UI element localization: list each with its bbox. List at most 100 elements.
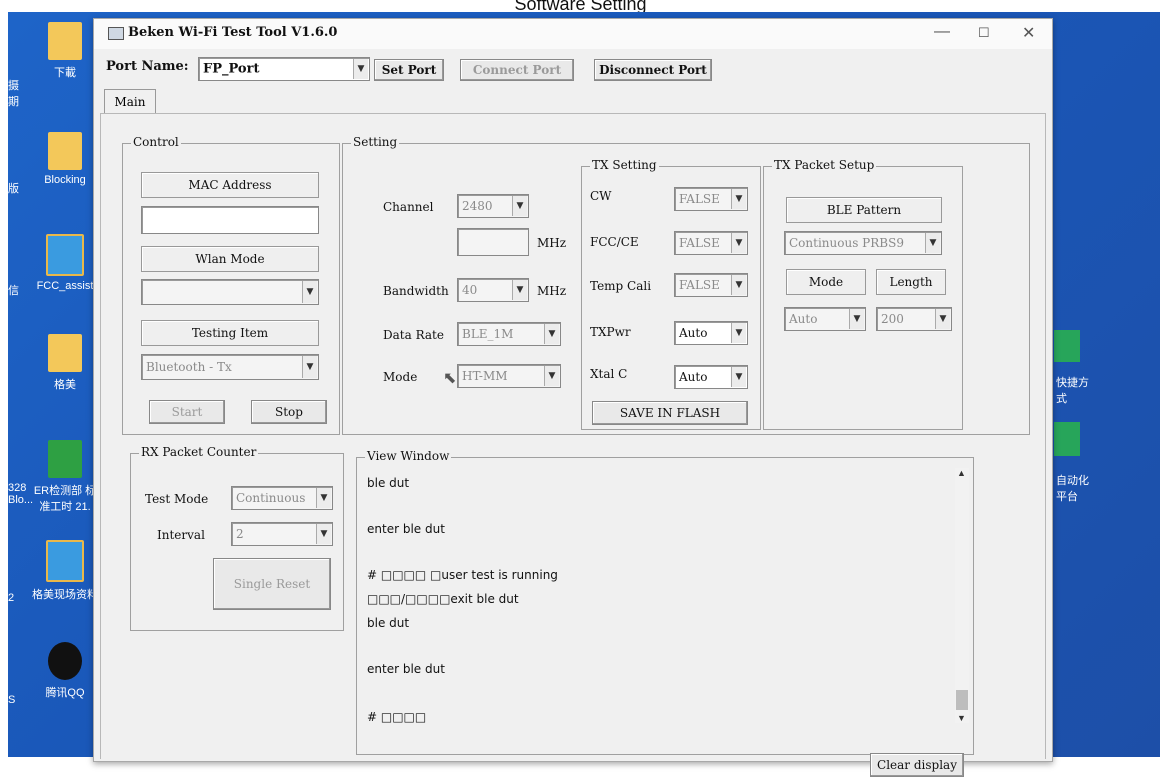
clear-display-button[interactable]: Clear display (870, 753, 964, 777)
channel-label: Channel (383, 200, 434, 214)
desktop-icon-download[interactable]: 下載 (30, 22, 100, 80)
tx-setting-title: TX Setting (590, 158, 659, 172)
minimize-icon[interactable]: — (934, 23, 950, 41)
port-name-label: Port Name: (106, 59, 189, 74)
cw-value: FALSE (679, 192, 720, 206)
xtal-c-value: Auto (679, 370, 708, 384)
temp-cali-select[interactable]: FALSE ▼ (674, 273, 748, 297)
control-group-title: Control (131, 135, 181, 149)
wlan-mode-select[interactable]: ▼ (141, 279, 319, 305)
mode-label: Mode (383, 370, 418, 384)
scrollbar-thumb[interactable] (956, 690, 968, 710)
port-name-value: FP_Port (203, 61, 260, 77)
folder-icon (48, 22, 82, 60)
txpwr-label: TXPwr (590, 325, 631, 339)
desktop-edge-label: 328 Blo... (8, 482, 34, 506)
fcc-ce-select[interactable]: FALSE ▼ (674, 231, 748, 255)
view-window-title: View Window (365, 449, 452, 463)
ble-pattern-select[interactable]: Continuous PRBS9 ▼ (784, 231, 942, 255)
setting-group-title: Setting (351, 135, 400, 149)
scroll-up-icon[interactable]: ▲ (957, 468, 966, 478)
desktop-icon-gemei[interactable]: 格美 (30, 334, 100, 392)
spreadsheet-icon (48, 440, 82, 478)
cw-select[interactable]: FALSE ▼ (674, 187, 748, 211)
desktop-edge-label: 信 (8, 285, 19, 297)
connect-port-button[interactable]: Connect Port (460, 59, 574, 81)
interval-label: Interval (157, 528, 205, 542)
data-rate-label: Data Rate (383, 328, 444, 342)
start-button[interactable]: Start (149, 400, 225, 424)
save-in-flash-button[interactable]: SAVE IN FLASH (592, 401, 748, 425)
testing-item-select[interactable]: Bluetooth - Tx ▼ (141, 354, 319, 380)
log-line: ble dut (367, 476, 410, 490)
stop-button[interactable]: Stop (251, 400, 327, 424)
frequency-input[interactable] (457, 228, 529, 256)
log-line: enter ble dut (367, 522, 445, 536)
fcc-ce-label: FCC/CE (590, 235, 639, 249)
desktop-icon-label: 格美 (54, 379, 76, 391)
wlan-mode-header: Wlan Mode (141, 246, 319, 272)
log-line: □□□/□□□□exit ble dut (367, 592, 519, 606)
packet-length-value: 200 (881, 312, 904, 326)
desktop-icon-label: ER检测部 标准工时 21. (33, 485, 97, 513)
mode-select[interactable]: HT-MM ▼ (457, 364, 561, 388)
maximize-icon[interactable]: ☐ (978, 25, 990, 41)
port-name-select[interactable]: FP_Port ▼ (198, 57, 370, 81)
data-rate-select[interactable]: BLE_1M ▼ (457, 322, 561, 346)
desktop-icon-qq[interactable]: 腾讯QQ (30, 642, 100, 700)
test-mode-value: Continuous (236, 491, 306, 505)
channel-select[interactable]: 2480 ▼ (457, 194, 529, 218)
packet-mode-select[interactable]: Auto ▼ (784, 307, 866, 331)
rx-packet-counter-title: RX Packet Counter (139, 445, 259, 459)
cw-label: CW (590, 189, 612, 203)
shortcut-icon[interactable] (1054, 330, 1080, 362)
fcc-ce-value: FALSE (679, 236, 720, 250)
ble-pattern-header: BLE Pattern (786, 197, 942, 223)
test-mode-select[interactable]: Continuous ▼ (231, 486, 333, 510)
desktop-icon-gemei-docs[interactable]: 格美现场资料 (30, 540, 100, 602)
chevron-down-icon: ▼ (302, 281, 317, 303)
chevron-down-icon: ▼ (353, 59, 368, 79)
chevron-down-icon: ▼ (731, 323, 746, 343)
log-line: enter ble dut (367, 662, 445, 676)
set-port-button[interactable]: Set Port (374, 59, 444, 81)
testing-item-value: Bluetooth - Tx (146, 360, 232, 374)
setting-group: Setting Channel 2480 ▼ MHz Bandwidth 40 … (342, 135, 1030, 435)
mac-address-header: MAC Address (141, 172, 319, 198)
tx-setting-group: TX Setting CW FALSE ▼ FCC/CE FALSE ▼ Tem… (581, 158, 761, 430)
log-line: # □□□□ □user test is running (367, 568, 558, 582)
tab-main[interactable]: Main (104, 89, 156, 114)
chevron-down-icon: ▼ (849, 309, 864, 329)
bandwidth-value: 40 (462, 283, 478, 297)
temp-cali-value: FALSE (679, 278, 720, 292)
desktop-icon-label: 下載 (54, 67, 76, 79)
bandwidth-label: Bandwidth (383, 284, 449, 298)
single-reset-button[interactable]: Single Reset (213, 558, 331, 610)
desktop-icon-label: Blocking (44, 174, 86, 186)
xtal-c-select[interactable]: Auto ▼ (674, 365, 748, 389)
packet-length-select[interactable]: 200 ▼ (876, 307, 952, 331)
mac-address-input[interactable] (141, 206, 319, 234)
txpwr-select[interactable]: Auto ▼ (674, 321, 748, 345)
log-line: ble dut (367, 616, 410, 630)
desktop-icon-label: 格美现场资料 (32, 589, 98, 601)
chevron-down-icon: ▼ (731, 233, 746, 253)
temp-cali-label: Temp Cali (590, 279, 652, 293)
txpwr-value: Auto (679, 326, 708, 340)
title-bar[interactable]: Beken Wi-Fi Test Tool V1.6.0 — ☐ ✕ (94, 19, 1052, 49)
app-window: Beken Wi-Fi Test Tool V1.6.0 — ☐ ✕ Port … (93, 18, 1053, 777)
desktop-icon-label: 腾讯QQ (45, 687, 85, 699)
bandwidth-select[interactable]: 40 ▼ (457, 278, 529, 302)
vertical-scrollbar[interactable]: ▲ ▼ (955, 468, 969, 723)
scroll-down-icon[interactable]: ▼ (957, 713, 966, 723)
automation-icon[interactable] (1054, 422, 1080, 456)
interval-select[interactable]: 2 ▼ (231, 522, 333, 546)
desktop-icon-label: FCC_assist (36, 280, 94, 292)
disconnect-port-button[interactable]: Disconnect Port (594, 59, 712, 81)
close-icon[interactable]: ✕ (1022, 23, 1035, 43)
desktop-icon-fcc-assist[interactable]: FCC_assist (30, 234, 100, 292)
chevron-down-icon: ▼ (302, 356, 317, 378)
desktop-icon-blocking[interactable]: Blocking (30, 132, 100, 186)
desktop-icon-er-spreadsheet[interactable]: ER检测部 标准工时 21. (30, 440, 100, 514)
folder-icon (48, 132, 82, 170)
